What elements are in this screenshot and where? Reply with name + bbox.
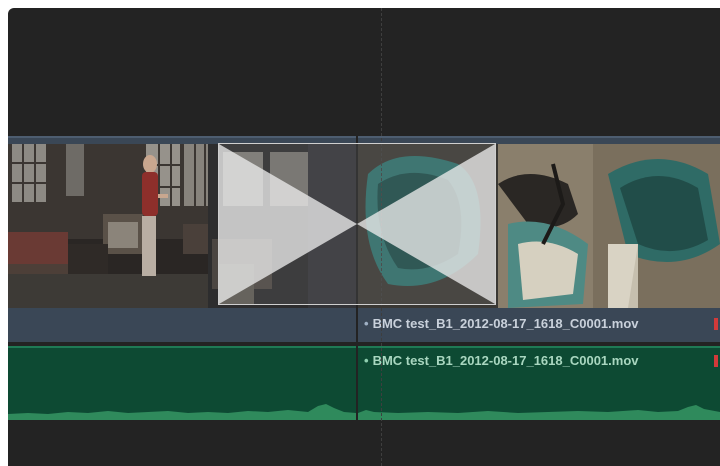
clip-dot-icon: • bbox=[364, 316, 369, 331]
audio-clip-2[interactable]: • BMC test_B1_2012-08-17_1618_C0001.mov bbox=[358, 346, 720, 420]
timeline[interactable]: • BMC test_B1_2012-08-17_1618_C0001.mov •… bbox=[8, 8, 720, 466]
audio-waveform bbox=[8, 404, 356, 420]
clip-dot-icon: • bbox=[364, 353, 369, 368]
video-clip-2-name: • BMC test_B1_2012-08-17_1618_C0001.mov bbox=[364, 316, 639, 331]
cross-dissolve-icon bbox=[219, 144, 495, 304]
transition[interactable] bbox=[218, 143, 496, 305]
audio-clip-1[interactable] bbox=[8, 346, 356, 420]
audio-waveform bbox=[358, 405, 720, 420]
audio-track: • BMC test_B1_2012-08-17_1618_C0001.mov bbox=[8, 346, 720, 420]
audio-clip-2-name: • BMC test_B1_2012-08-17_1618_C0001.mov bbox=[364, 353, 639, 368]
red-flag-icon[interactable] bbox=[714, 318, 718, 330]
red-flag-icon[interactable] bbox=[714, 355, 718, 367]
